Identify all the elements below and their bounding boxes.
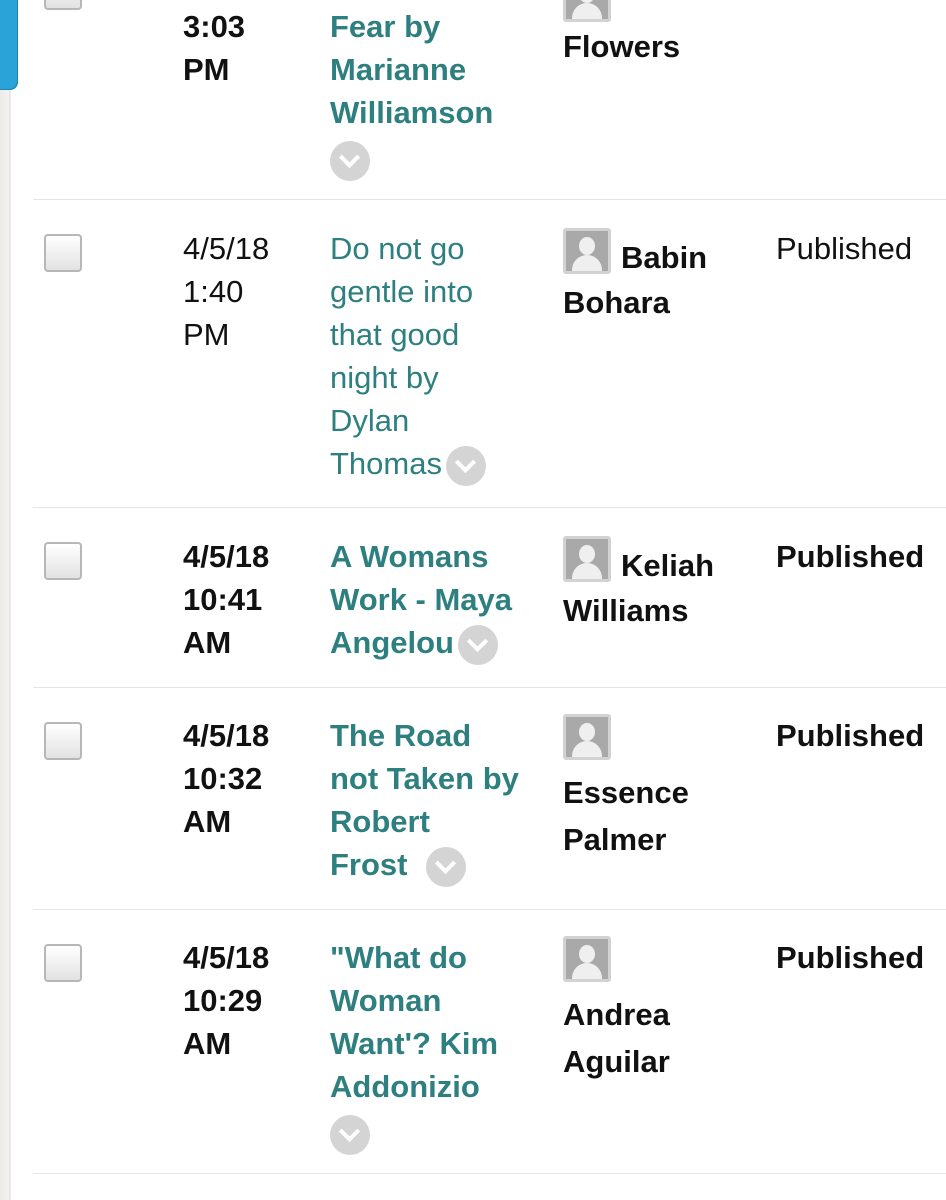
row-divider	[33, 1173, 946, 1174]
date-line: PM	[183, 52, 230, 87]
author-last-name: Bohara	[563, 285, 670, 320]
status-text: Published	[776, 940, 925, 975]
row-author[interactable]: Andrea Aguilar	[563, 936, 763, 1083]
title-line: that good	[330, 317, 460, 352]
author-last-name: Essence	[563, 775, 689, 810]
row-checkbox[interactable]	[44, 234, 82, 272]
chevron-down-icon[interactable]	[330, 1114, 370, 1155]
title-line: Thomas	[330, 446, 442, 481]
title-line: Woman	[330, 983, 442, 1018]
row-checkbox[interactable]	[44, 944, 82, 982]
table-row: 4/5/18 10:41 AM A Womans Work - Maya Ang…	[0, 508, 946, 688]
title-line: A Womans	[330, 539, 489, 574]
row-checkbox[interactable]	[44, 0, 82, 10]
title-line: The Road	[330, 718, 472, 753]
chevron-down-icon[interactable]	[330, 140, 370, 181]
user-avatar-icon	[563, 714, 611, 760]
row-title-link[interactable]: The Road not Taken by Robert Frost	[330, 714, 550, 887]
row-checkbox[interactable]	[44, 542, 82, 580]
title-line: not Taken by	[330, 761, 519, 796]
date-line: 10:29	[183, 983, 263, 1018]
date-line: 4/5/18	[183, 718, 270, 753]
status-text: Published	[776, 231, 913, 266]
status-text: Published	[776, 718, 925, 753]
title-line: gentle into	[330, 274, 474, 309]
row-date: 4/5/18 1:40 PM	[183, 227, 303, 356]
title-line: Marianne	[330, 52, 467, 87]
table-row: 3:03 PM Fear by Marianne Williamson Flow…	[0, 0, 946, 200]
title-line: Fear by	[330, 9, 441, 44]
row-author[interactable]: Babin Bohara	[563, 228, 763, 324]
title-line: Want'? Kim	[330, 1026, 499, 1061]
row-author[interactable]: Keliah Williams	[563, 536, 763, 632]
title-line: Williamson	[330, 95, 494, 130]
date-line: 4/5/18	[183, 231, 270, 266]
row-title-link[interactable]: Fear by Marianne Williamson	[330, 5, 542, 181]
title-line: Do not go	[330, 231, 465, 266]
title-line: night by	[330, 360, 439, 395]
title-line: Frost	[330, 847, 408, 882]
author-last-name: Flowers	[563, 29, 681, 64]
row-author[interactable]: Essence Palmer	[563, 714, 763, 861]
chevron-down-icon[interactable]	[458, 624, 498, 665]
date-line: 4/5/18	[183, 940, 270, 975]
date-line: 3:03	[183, 9, 246, 44]
row-title-link[interactable]: Do not go gentle into that good night by…	[330, 227, 542, 486]
status-text: Published	[776, 539, 925, 574]
author-last-name: Palmer	[563, 822, 667, 857]
chevron-down-icon[interactable]	[425, 846, 466, 887]
row-date: 4/5/18 10:29 AM	[183, 936, 303, 1065]
author-first-name: Andrea	[563, 997, 670, 1032]
date-line: 4/5/18	[183, 539, 270, 574]
title-line: Addonizio	[330, 1069, 480, 1104]
date-line: AM	[183, 1026, 232, 1061]
date-line: PM	[183, 317, 230, 352]
row-checkbox[interactable]	[44, 722, 82, 760]
title-line: "What do	[330, 940, 467, 975]
row-title-link[interactable]: A Womans Work - Maya Angelou	[330, 535, 550, 665]
table-row: 4/5/18 10:29 AM "What do Woman Want'? Ki…	[0, 910, 946, 1174]
row-date: 4/5/18 10:32 AM	[183, 714, 303, 843]
row-date: 4/5/18 10:41 AM	[183, 535, 303, 664]
author-first-name: Keliah	[621, 548, 715, 583]
table-row: 4/5/18 1:40 PM Do not go gentle into tha…	[0, 200, 946, 508]
chevron-down-icon[interactable]	[445, 445, 486, 486]
author-first-name: Babin	[621, 240, 708, 275]
author-last-name: Williams	[563, 593, 689, 628]
title-line: Work - Maya	[330, 582, 513, 617]
user-avatar-icon	[563, 228, 611, 274]
author-last-name: Aguilar	[563, 1044, 670, 1079]
row-title-link[interactable]: "What do Woman Want'? Kim Addonizio	[330, 936, 550, 1155]
date-line: 1:40	[183, 274, 244, 309]
title-line: Angelou	[330, 625, 454, 660]
date-line: AM	[183, 625, 232, 660]
user-avatar-icon	[563, 536, 611, 582]
table-row: 4/5/18 10:32 AM The Road not Taken by Ro…	[0, 688, 946, 910]
row-date: 3:03 PM	[183, 5, 303, 91]
date-line: 10:41	[183, 582, 263, 617]
title-line: Dylan	[330, 403, 410, 438]
date-line: AM	[183, 804, 232, 839]
date-line: 10:32	[183, 761, 263, 796]
row-author[interactable]: Flowers	[563, 0, 763, 68]
title-line: Robert	[330, 804, 430, 839]
user-avatar-icon	[563, 936, 611, 982]
user-avatar-icon	[563, 0, 611, 22]
